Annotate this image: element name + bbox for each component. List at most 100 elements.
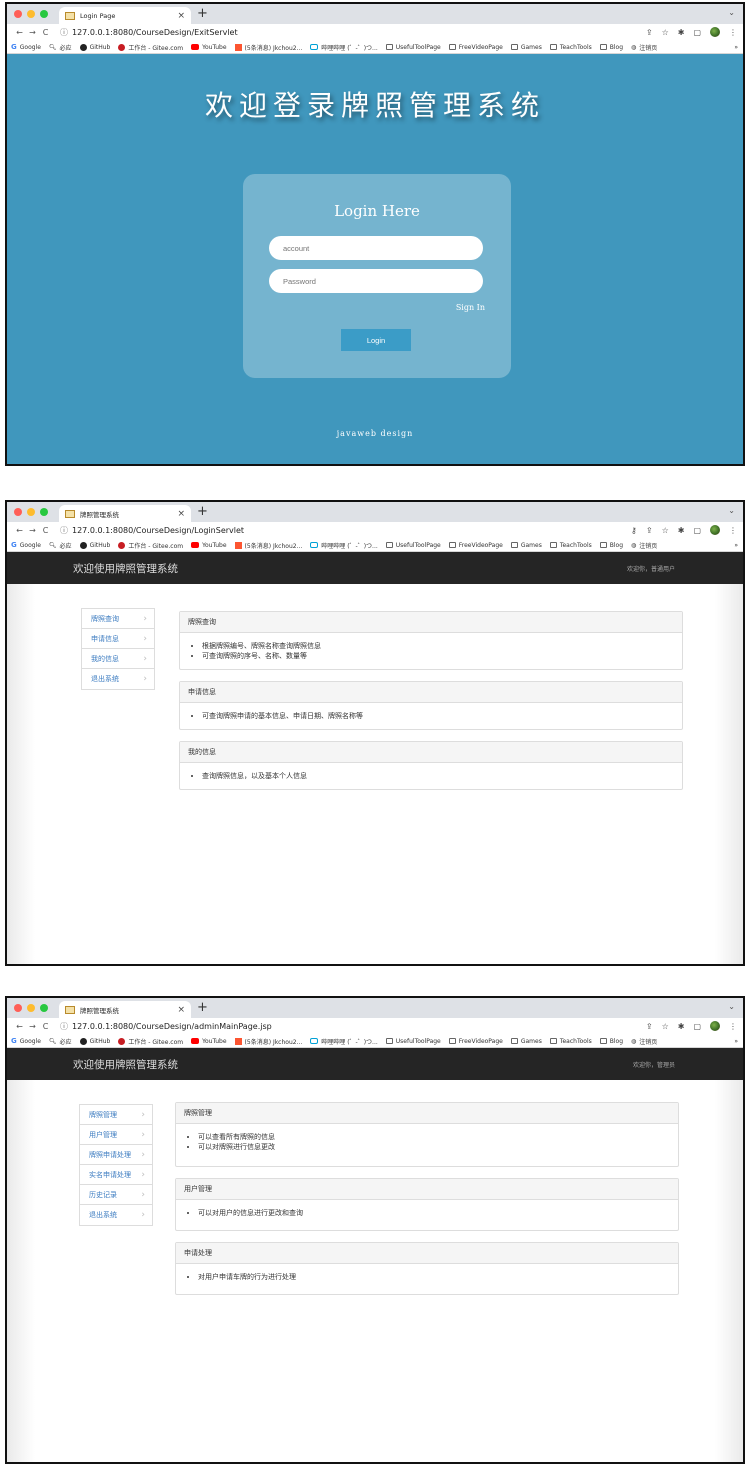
bookmark-bilibili[interactable]: 哔哩哔哩 (゜-゜)つ...: [310, 1037, 378, 1046]
reload-icon[interactable]: C: [39, 28, 52, 37]
bookmark-folder[interactable]: Blog: [599, 1038, 623, 1045]
zoom-window-button[interactable]: [40, 10, 48, 18]
bookmark-github[interactable]: GitHub: [79, 1037, 110, 1045]
bookmark-folder[interactable]: Games: [510, 44, 542, 51]
bookmark-folder[interactable]: Blog: [599, 542, 623, 549]
bookmark-youtube[interactable]: YouTube: [191, 44, 227, 51]
forward-icon[interactable]: →: [26, 28, 39, 37]
menu-item-logout[interactable]: 退出系统 ›: [80, 1205, 152, 1225]
share-icon[interactable]: ⇪: [646, 526, 653, 535]
bookmark-logout[interactable]: ◍ 注销页: [631, 43, 657, 52]
browser-tab[interactable]: 牌照管理系统 ×: [59, 1001, 191, 1018]
bookmarks-overflow-icon[interactable]: »: [734, 542, 738, 549]
bookmark-google[interactable]: G Google: [11, 541, 41, 549]
menu-item-license-management[interactable]: 牌照管理 ›: [80, 1105, 152, 1125]
menu-kebab-icon[interactable]: ⋮: [729, 526, 737, 535]
bookmark-folder[interactable]: TeachTools: [549, 1038, 592, 1045]
browser-tab[interactable]: Login Page ×: [59, 7, 191, 24]
bookmark-gitee[interactable]: 工作台 - Gitee.com: [118, 43, 183, 52]
back-icon[interactable]: ←: [13, 1022, 26, 1031]
minimize-window-button[interactable]: [27, 508, 35, 516]
bookmark-bilibili[interactable]: 哔哩哔哩 (゜-゜)つ...: [310, 43, 378, 52]
bookmark-bilibili[interactable]: 哔哩哔哩 (゜-゜)つ...: [310, 541, 378, 550]
bookmark-csdn[interactable]: (5条消息) Jkchou2...: [234, 541, 302, 550]
bookmark-folder[interactable]: FreeVideoPage: [448, 1038, 503, 1045]
close-window-button[interactable]: [14, 10, 22, 18]
info-icon[interactable]: ⓘ: [60, 526, 68, 535]
tab-close-icon[interactable]: ×: [177, 509, 185, 519]
bookmark-star-icon[interactable]: ☆: [662, 526, 669, 535]
extensions-icon[interactable]: ✱: [678, 526, 685, 535]
back-icon[interactable]: ←: [13, 28, 26, 37]
navbar-brand[interactable]: 欢迎使用牌照管理系统: [73, 561, 178, 576]
bookmark-folder[interactable]: Games: [510, 542, 542, 549]
sign-in-link[interactable]: Sign In: [456, 303, 485, 312]
bookmarks-overflow-icon[interactable]: »: [734, 1038, 738, 1045]
bookmark-bing[interactable]: 🔍︎ 必应: [49, 43, 72, 52]
login-button[interactable]: Login: [341, 329, 411, 351]
minimize-window-button[interactable]: [27, 10, 35, 18]
tab-close-icon[interactable]: ×: [177, 1005, 185, 1015]
tab-search-chevron-icon[interactable]: ⌄: [728, 8, 735, 17]
profile-avatar[interactable]: [710, 525, 720, 535]
bookmark-bing[interactable]: 🔍︎ 必应: [49, 1037, 72, 1046]
minimize-window-button[interactable]: [27, 1004, 35, 1012]
bookmark-folder[interactable]: Blog: [599, 44, 623, 51]
password-input[interactable]: [269, 269, 483, 293]
navbar-brand[interactable]: 欢迎使用牌照管理系统: [73, 1057, 178, 1072]
info-icon[interactable]: ⓘ: [60, 1022, 68, 1031]
bookmark-youtube[interactable]: YouTube: [191, 542, 227, 549]
menu-kebab-icon[interactable]: ⋮: [729, 28, 737, 37]
bookmark-star-icon[interactable]: ☆: [662, 28, 669, 37]
menu-item-logout[interactable]: 退出系统 ›: [82, 669, 154, 689]
menu-kebab-icon[interactable]: ⋮: [729, 1022, 737, 1031]
sidepanel-icon[interactable]: ▢: [693, 1022, 701, 1031]
new-tab-icon[interactable]: +: [197, 1000, 208, 1015]
account-input[interactable]: [269, 236, 483, 260]
bookmark-folder[interactable]: UsefulToolPage: [385, 44, 441, 51]
menu-item-license-query[interactable]: 牌照查询 ›: [82, 609, 154, 629]
close-window-button[interactable]: [14, 1004, 22, 1012]
url-field[interactable]: ⓘ 127.0.0.1:8080/CourseDesign/ExitServlet: [60, 27, 238, 38]
forward-icon[interactable]: →: [26, 526, 39, 535]
menu-item-application-info[interactable]: 申请信息 ›: [82, 629, 154, 649]
menu-item-my-info[interactable]: 我的信息 ›: [82, 649, 154, 669]
bookmark-gitee[interactable]: 工作台 - Gitee.com: [118, 1037, 183, 1046]
sidepanel-icon[interactable]: ▢: [693, 28, 701, 37]
menu-item-realname-applications[interactable]: 实名申请处理 ›: [80, 1165, 152, 1185]
new-tab-icon[interactable]: +: [197, 6, 208, 21]
browser-tab[interactable]: 牌照管理系统 ×: [59, 505, 191, 522]
bookmark-folder[interactable]: TeachTools: [549, 542, 592, 549]
profile-avatar[interactable]: [710, 1021, 720, 1031]
tab-close-icon[interactable]: ×: [177, 11, 185, 21]
url-field[interactable]: ⓘ 127.0.0.1:8080/CourseDesign/adminMainPa…: [60, 1021, 272, 1032]
bookmark-google[interactable]: G Google: [11, 1037, 41, 1045]
bookmark-folder[interactable]: FreeVideoPage: [448, 542, 503, 549]
bookmark-bing[interactable]: 🔍︎ 必应: [49, 541, 72, 550]
info-icon[interactable]: ⓘ: [60, 28, 68, 37]
close-window-button[interactable]: [14, 508, 22, 516]
bookmark-folder[interactable]: Games: [510, 1038, 542, 1045]
tab-search-chevron-icon[interactable]: ⌄: [728, 506, 735, 515]
bookmark-folder[interactable]: TeachTools: [549, 44, 592, 51]
forward-icon[interactable]: →: [26, 1022, 39, 1031]
bookmark-google[interactable]: G Google: [11, 43, 41, 51]
reload-icon[interactable]: C: [39, 1022, 52, 1031]
reload-icon[interactable]: C: [39, 526, 52, 535]
back-icon[interactable]: ←: [13, 526, 26, 535]
bookmark-folder[interactable]: FreeVideoPage: [448, 44, 503, 51]
zoom-window-button[interactable]: [40, 508, 48, 516]
menu-item-user-management[interactable]: 用户管理 ›: [80, 1125, 152, 1145]
bookmarks-overflow-icon[interactable]: »: [734, 44, 738, 51]
extensions-icon[interactable]: ✱: [678, 28, 685, 37]
zoom-window-button[interactable]: [40, 1004, 48, 1012]
menu-item-history[interactable]: 历史记录 ›: [80, 1185, 152, 1205]
extensions-icon[interactable]: ✱: [678, 1022, 685, 1031]
url-field[interactable]: ⓘ 127.0.0.1:8080/CourseDesign/LoginServle…: [60, 525, 244, 536]
bookmark-github[interactable]: GitHub: [79, 43, 110, 51]
bookmark-folder[interactable]: UsefulToolPage: [385, 542, 441, 549]
share-icon[interactable]: ⇪: [646, 1022, 653, 1031]
sidepanel-icon[interactable]: ▢: [693, 526, 701, 535]
new-tab-icon[interactable]: +: [197, 504, 208, 519]
profile-avatar[interactable]: [710, 27, 720, 37]
